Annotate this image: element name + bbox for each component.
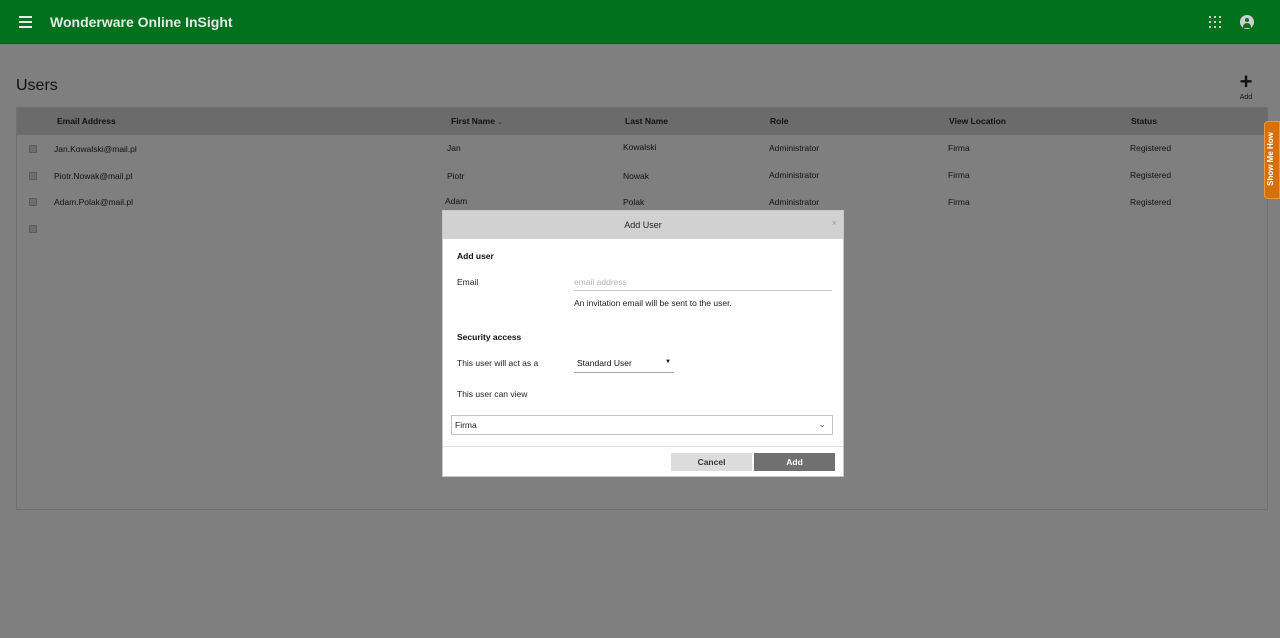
view-location-dropdown[interactable]: Firma ⌄	[451, 415, 833, 435]
cell-email: Jan.Kowalski@mail.pl	[54, 144, 137, 154]
cell-last-name: Nowak	[623, 171, 649, 181]
column-header-view-location[interactable]: View Location	[949, 116, 1006, 126]
cell-email: Piotr.Nowak@mail.pl	[54, 171, 133, 181]
cell-first-name: Jan	[447, 143, 461, 153]
role-dropdown-value: Standard User	[577, 358, 632, 368]
column-header-status[interactable]: Status	[1131, 116, 1157, 126]
column-header-first-name[interactable]: First Name ⌄	[451, 116, 503, 126]
row-checkbox[interactable]	[29, 145, 37, 153]
cell-view-location: Firma	[948, 170, 970, 180]
row-checkbox[interactable]	[29, 225, 37, 233]
show-me-how-label: Show Me How	[1266, 132, 1275, 186]
column-header-role[interactable]: Role	[770, 116, 788, 126]
add-user-button[interactable]: + Add	[1233, 69, 1259, 106]
sort-caret-icon: ⌄	[496, 119, 503, 126]
view-location-value: Firma	[455, 420, 477, 430]
role-dropdown[interactable]: Standard User ▼	[574, 355, 674, 373]
cell-first-name: Adam	[445, 196, 468, 206]
add-user-dialog: Add User × Add user Email An invitation …	[442, 210, 844, 477]
role-label: This user will act as a	[457, 358, 539, 368]
chevron-down-icon: ⌄	[818, 419, 826, 429]
cell-role: Administrator	[769, 170, 820, 180]
caret-down-icon: ▼	[665, 359, 671, 365]
dialog-header: Add User ×	[443, 211, 843, 239]
add-user-heading: Add user	[457, 251, 494, 261]
account-circle-icon[interactable]	[1240, 15, 1254, 29]
view-label: This user can view	[457, 389, 528, 399]
show-me-how-tab[interactable]: Show Me How	[1264, 121, 1280, 199]
close-icon[interactable]: ×	[832, 218, 837, 228]
cell-view-location: Firma	[948, 143, 970, 153]
table-row[interactable]: Piotr.Nowak@mail.pl Piotr Nowak Administ…	[17, 163, 1267, 189]
security-access-heading: Security access	[457, 332, 522, 342]
email-input[interactable]	[574, 274, 832, 291]
cancel-button[interactable]: Cancel	[671, 453, 752, 471]
cell-last-name: Kowalski	[623, 142, 657, 152]
column-header-last-name[interactable]: Last Name	[625, 116, 668, 126]
cell-status: Registered	[1130, 143, 1172, 153]
cell-status: Registered	[1130, 197, 1172, 207]
page-title: Users	[16, 77, 58, 94]
dialog-footer-divider	[443, 446, 843, 447]
top-app-bar: Wonderware Online InSight	[0, 0, 1280, 44]
row-checkbox[interactable]	[29, 172, 37, 180]
cell-role: Administrator	[769, 143, 820, 153]
email-hint: An invitation email will be sent to the …	[574, 298, 732, 308]
cell-first-name: Piotr	[447, 171, 465, 181]
plus-icon: +	[1239, 69, 1253, 94]
column-header-email[interactable]: Email Address	[57, 116, 116, 126]
table-row[interactable]: Jan.Kowalski@mail.pl Jan Kowalski Admini…	[17, 136, 1267, 162]
apps-grid-icon[interactable]	[1209, 16, 1221, 28]
add-button-label: Add	[1239, 94, 1253, 101]
table-header: Email Address First Name ⌄ Last Name Role…	[17, 108, 1267, 135]
cell-view-location: Firma	[948, 197, 970, 207]
cell-email: Adam.Polak@mail.pl	[54, 197, 134, 207]
cell-last-name: Polak	[623, 197, 645, 207]
add-button[interactable]: Add	[754, 453, 835, 471]
app-title: Wonderware Online InSight	[50, 14, 233, 30]
cell-role: Administrator	[769, 197, 820, 207]
cell-status: Registered	[1130, 170, 1172, 180]
email-label: Email	[457, 277, 479, 287]
row-checkbox[interactable]	[29, 198, 37, 206]
dialog-title: Add User	[624, 220, 662, 230]
hamburger-menu-icon[interactable]	[19, 16, 32, 28]
column-header-first-name-label: First Name	[451, 116, 495, 126]
